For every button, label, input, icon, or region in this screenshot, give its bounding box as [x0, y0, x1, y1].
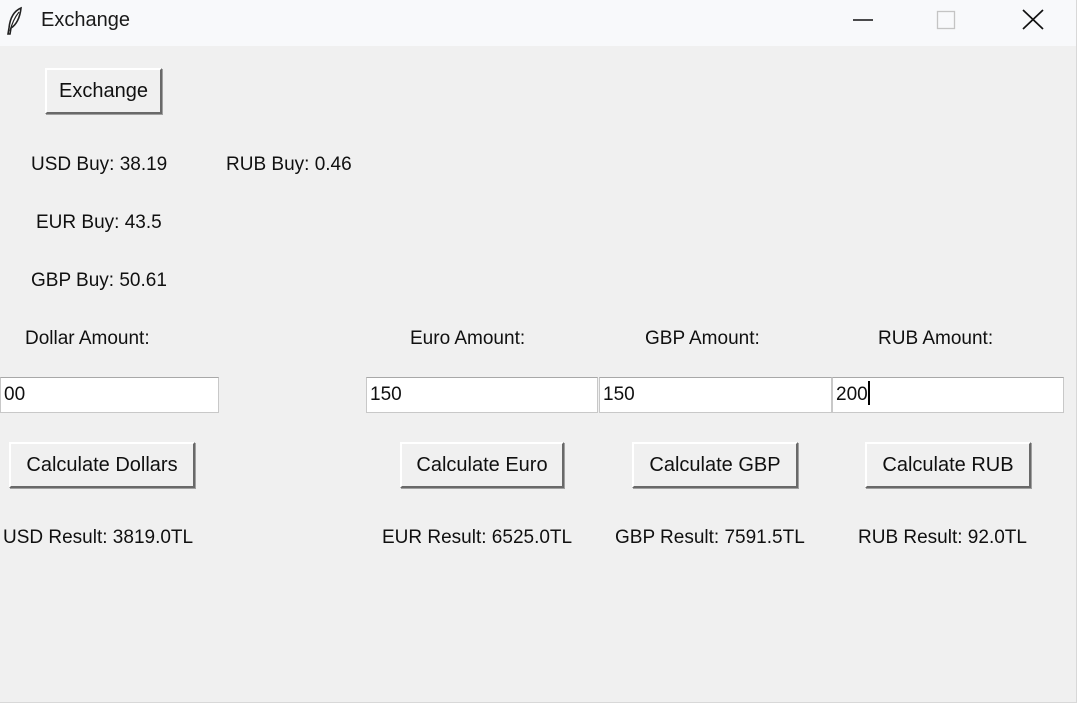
close-icon[interactable] [1002, 0, 1062, 40]
eur-buy-rate: EUR Buy: 43.5 [36, 212, 162, 233]
title-bar[interactable]: Exchange [0, 0, 1076, 46]
dollar-amount-value: 00 [4, 384, 26, 405]
calculate-dollars-button[interactable]: Calculate Dollars [9, 442, 195, 488]
calculate-euro-button[interactable]: Calculate Euro [400, 442, 564, 488]
calculate-rub-button[interactable]: Calculate RUB [865, 442, 1031, 488]
window-title: Exchange [41, 9, 130, 31]
rub-result: RUB Result: 92.0TL [858, 527, 1027, 548]
calculate-gbp-button[interactable]: Calculate GBP [632, 442, 798, 488]
gbp-amount-input[interactable]: 150 [599, 377, 832, 413]
feather-icon [4, 6, 26, 36]
rub-amount-label: RUB Amount: [878, 328, 994, 349]
gbp-amount-value: 150 [603, 384, 635, 405]
usd-buy-rate: USD Buy: 38.19 [31, 154, 168, 175]
dollar-amount-label: Dollar Amount: [25, 328, 150, 349]
gbp-amount-label: GBP Amount: [645, 328, 760, 349]
dollar-amount-input[interactable]: 00 [0, 377, 219, 413]
eur-result: EUR Result: 6525.0TL [382, 527, 573, 548]
euro-amount-value: 150 [370, 384, 402, 405]
exchange-window: Exchange Exchange USD Buy: 38.19 RUB Buy… [0, 0, 1077, 703]
gbp-buy-rate: GBP Buy: 50.61 [31, 270, 167, 291]
rub-buy-rate: RUB Buy: 0.46 [226, 154, 352, 175]
text-cursor [867, 381, 870, 405]
euro-amount-input[interactable]: 150 [366, 377, 598, 413]
gbp-result: GBP Result: 7591.5TL [615, 527, 805, 548]
euro-amount-label: Euro Amount: [410, 328, 526, 349]
usd-result: USD Result: 3819.0TL [3, 527, 194, 548]
maximize-icon[interactable] [916, 0, 976, 40]
exchange-button[interactable]: Exchange [45, 68, 162, 114]
rub-amount-value: 200 [836, 384, 868, 405]
minimize-icon[interactable] [832, 0, 892, 40]
rub-amount-input[interactable]: 200 [832, 377, 1064, 413]
